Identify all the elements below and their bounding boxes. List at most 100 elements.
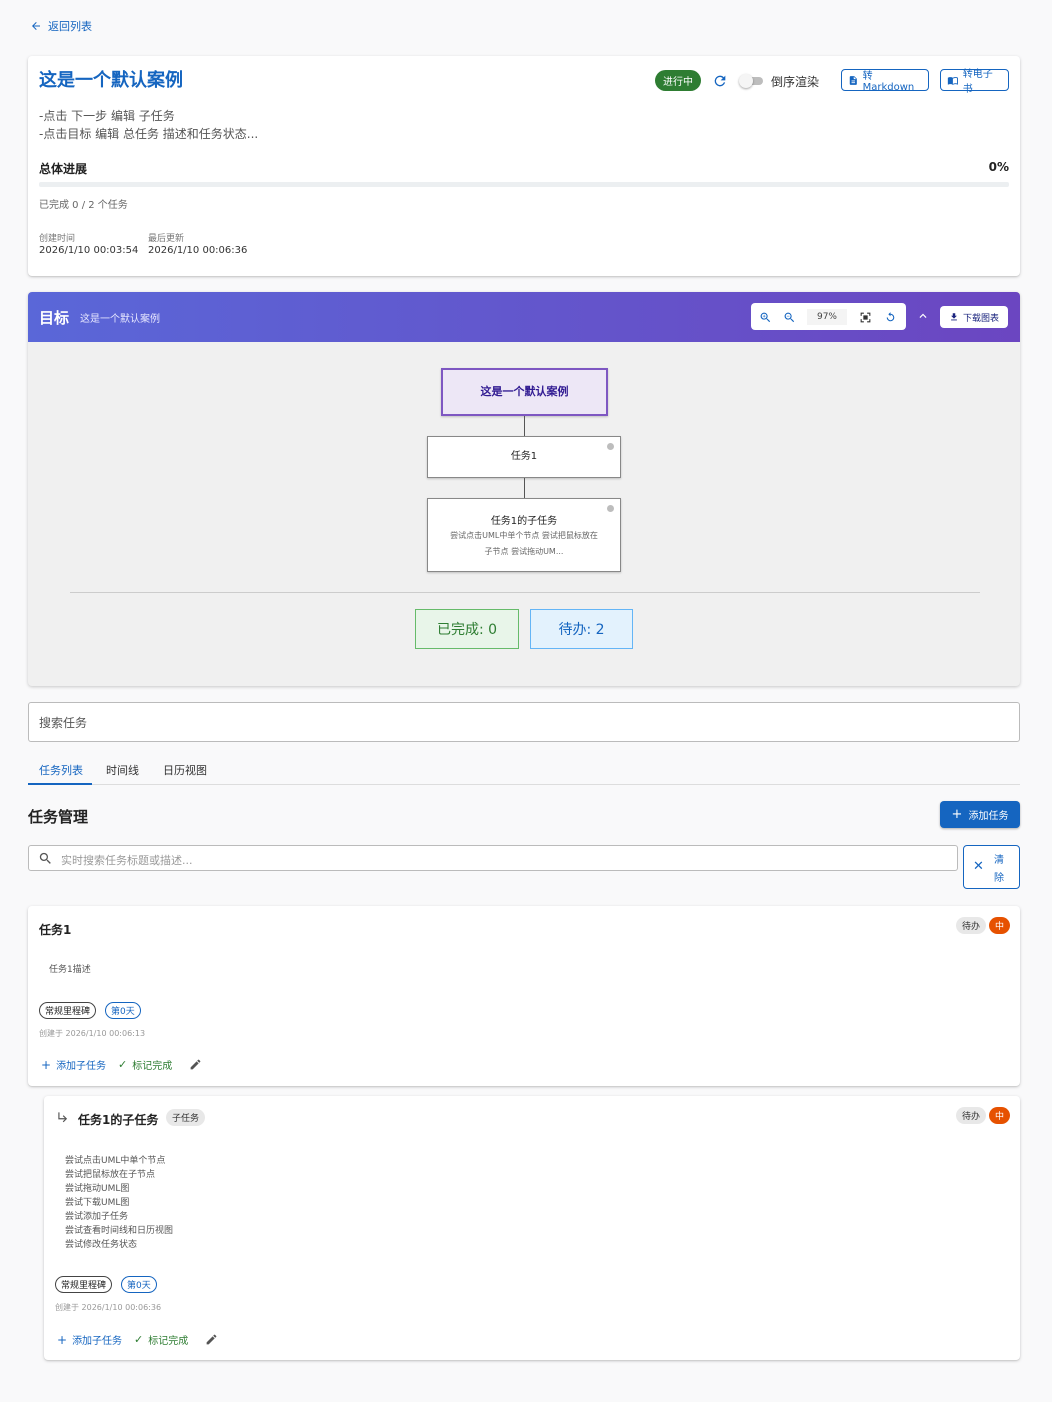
zoom-in-button[interactable] (757, 309, 773, 325)
tab-calendar[interactable]: 日历视图 (163, 762, 207, 778)
connector-line (524, 478, 525, 498)
mark-done-button[interactable]: ✓ 标记完成 (134, 1332, 188, 1347)
reset-view-button[interactable] (882, 309, 898, 325)
project-title: 这是一个默认案例 (39, 70, 183, 91)
toggle-knob (739, 74, 753, 88)
milestone-tag: 常规里程碑 (55, 1276, 113, 1293)
node-status-dot (607, 443, 614, 450)
back-label: 返回列表 (48, 20, 92, 33)
tab-timeline[interactable]: 时间线 (106, 762, 139, 778)
reverse-render-toggle[interactable] (739, 74, 763, 88)
goal-title: 目标 (39, 309, 70, 327)
task-management-title: 任务管理 (28, 808, 89, 826)
mark-done-button[interactable]: ✓ 标记完成 (118, 1057, 172, 1072)
subtask-desc-3: 尝试拖动UML图 (65, 1184, 130, 1194)
edit-button[interactable] (203, 1331, 219, 1347)
mark-done-label: 标记完成 (132, 1061, 173, 1072)
diagram-node-task1[interactable]: 任务1 (427, 436, 621, 478)
node-subtask-title: 任务1的子任务 (490, 516, 558, 527)
to-ebook-label: 转电子书 (962, 69, 993, 95)
subdirectory-arrow-icon (58, 1112, 68, 1123)
to-markdown-label: 转Markdown (862, 71, 915, 93)
root-node-label: 这是一个默认案例 (480, 385, 569, 398)
diagram-root-node[interactable]: 这是一个默认案例 (441, 368, 608, 416)
download-chart-label: 下载图表 (962, 313, 999, 324)
clear-label: 清除 (994, 855, 1004, 884)
clear-search-button[interactable]: ✕ 清除 (963, 845, 1020, 889)
reverse-render-label: 倒序渲染 (771, 75, 820, 89)
subtask-desc-6: 尝试查看时间线和日历视图 (65, 1226, 174, 1236)
to-ebook-button[interactable]: 转电子书 (940, 69, 1009, 95)
search-input[interactable]: 搜索任务 (28, 702, 1020, 742)
progress-label: 总体进展 (39, 162, 88, 176)
zoom-in-icon (760, 312, 770, 322)
add-subtask-label: 添加子任务 (72, 1336, 123, 1347)
goal-subtitle: 这是一个默认案例 (80, 314, 160, 325)
search-icon (39, 852, 51, 864)
todo-stat-label: 待办: 2 (558, 622, 605, 638)
updated-value: 2026/1/10 00:06:36 (148, 245, 248, 256)
check-icon: ✓ (134, 1333, 144, 1346)
completed-count: 已完成 0 / 2 个任务 (39, 200, 128, 211)
subtask-desc-4: 尝试下载UML图 (65, 1198, 130, 1208)
task-priority-badge[interactable]: 中 (989, 917, 1011, 934)
refresh-button[interactable] (711, 72, 729, 90)
task-priority-badge[interactable]: 中 (989, 1107, 1011, 1124)
day-tag: 第0天 (105, 1002, 141, 1019)
task-description: 任务1描述 (49, 965, 91, 975)
done-stat-label: 已完成: 0 (436, 622, 498, 638)
add-task-label: 添加任务 (968, 811, 1009, 822)
todo-stat-box: 待办: 2 (530, 609, 633, 649)
task-created: 创建于 2026/1/10 00:06:13 (39, 1029, 146, 1038)
plus-icon: + (41, 1057, 52, 1072)
diagram-divider (70, 592, 980, 593)
node-status-dot (607, 505, 614, 512)
diagram-node-subtask[interactable]: 任务1的子任务 尝试点击UML中单个节点 尝试把鼠标放在 子节点 尝试拖动UM.… (427, 498, 621, 572)
fit-screen-button[interactable] (857, 309, 873, 325)
zoom-out-button[interactable] (781, 309, 797, 325)
mark-done-label: 标记完成 (148, 1336, 189, 1347)
add-subtask-button[interactable]: + 添加子任务 (57, 1332, 123, 1348)
project-card: 这是一个默认案例 -点击 下一步 编辑 子任务 -点击目标 编辑 总任务 描述和… (28, 56, 1020, 276)
subtask-desc-2: 尝试把鼠标放在子节点 (65, 1170, 156, 1180)
zoom-toolbar: 97% (751, 303, 906, 330)
zoom-out-icon (784, 312, 794, 322)
book-icon (947, 76, 958, 85)
node-task1-label: 任务1 (510, 451, 538, 462)
reset-icon (886, 311, 894, 321)
task-status-badge[interactable]: 待办 (956, 1107, 987, 1124)
edit-button[interactable] (187, 1056, 203, 1072)
refresh-icon (714, 75, 726, 87)
pencil-icon (190, 1059, 200, 1069)
add-subtask-button[interactable]: + 添加子任务 (41, 1057, 107, 1073)
connector-line (524, 416, 525, 436)
goal-header: 目标 这是一个默认案例 97% 下载图表 (28, 292, 1020, 342)
project-desc-line-2: -点击目标 编辑 总任务 描述和任务状态... (39, 127, 259, 141)
task-title: 任务1 (39, 923, 72, 937)
live-search-placeholder: 实时搜索任务标题或描述... (61, 854, 193, 867)
tab-task-list[interactable]: 任务列表 (39, 762, 83, 778)
fit-screen-icon (860, 312, 870, 322)
status-badge[interactable]: 进行中 (655, 70, 701, 91)
download-chart-button[interactable]: 下载图表 (940, 306, 1008, 328)
add-task-button[interactable]: + 添加任务 (940, 801, 1020, 828)
live-search-input[interactable]: 实时搜索任务标题或描述... (28, 845, 958, 871)
back-link[interactable]: 返回列表 (30, 18, 92, 34)
progress-percent: 0% (988, 160, 1009, 174)
view-tabs: 任务列表 时间线 日历视图 (28, 756, 1020, 785)
subtask-desc-7: 尝试修改任务状态 (65, 1240, 138, 1250)
collapse-button[interactable] (916, 309, 930, 326)
updated-label: 最后更新 (148, 234, 185, 244)
check-icon: ✓ (118, 1058, 128, 1071)
task-card: 任务1 待办 中 任务1描述 常规里程碑 第0天 创建于 2026/1/10 0… (28, 906, 1020, 1086)
subtask-created: 创建于 2026/1/10 00:06:36 (55, 1303, 162, 1312)
task-status-badge[interactable]: 待办 (956, 917, 987, 934)
pencil-icon (206, 1334, 216, 1344)
file-icon (849, 75, 857, 85)
goal-diagram-card: 目标 这是一个默认案例 97% 下载图表 这是一个默认案例 任务1 任务1的子任… (28, 292, 1020, 686)
day-tag: 第0天 (121, 1276, 157, 1293)
to-markdown-button[interactable]: 转Markdown (841, 69, 929, 93)
subtask-desc-5: 尝试添加子任务 (65, 1212, 129, 1222)
add-subtask-label: 添加子任务 (56, 1061, 107, 1072)
subtask-card: 任务1的子任务 子任务 待办 中 尝试点击UML中单个节点 尝试把鼠标放在子节点… (44, 1096, 1020, 1360)
